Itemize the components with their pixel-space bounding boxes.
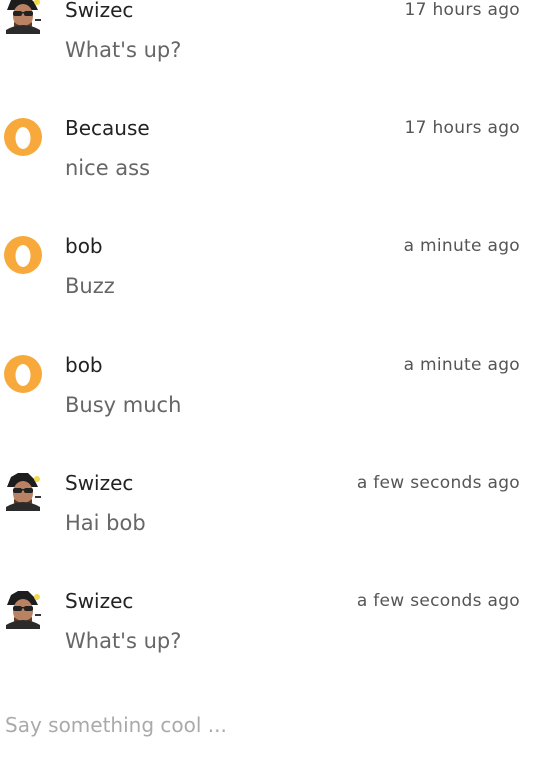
message-text: What's up? [65, 38, 182, 62]
message-username[interactable]: Swizec [65, 471, 133, 495]
message-text: Hai bob [65, 511, 146, 535]
message-composer [0, 700, 537, 755]
message-username[interactable]: bob [65, 234, 103, 258]
message-timestamp: 17 hours ago [404, 118, 520, 138]
message-text: nice ass [65, 156, 151, 180]
message-timestamp: a minute ago [403, 236, 520, 256]
chat-message: bob a minute ago Buzz [0, 234, 537, 316]
message-text: Buzz [65, 274, 115, 298]
message-timestamp: 17 hours ago [404, 0, 520, 20]
chat-message: Swizec a few seconds ago Hai bob [0, 471, 537, 553]
user-avatar[interactable] [4, 591, 42, 629]
message-timestamp: a few seconds ago [356, 591, 520, 611]
egg-avatar[interactable] [4, 355, 42, 393]
user-avatar[interactable] [4, 473, 42, 511]
message-username[interactable]: bob [65, 353, 103, 377]
chat-message: Swizec 17 hours ago What's up? [0, 0, 537, 80]
message-timestamp: a few seconds ago [356, 473, 520, 493]
message-input[interactable] [5, 710, 525, 740]
egg-avatar[interactable] [4, 236, 42, 274]
chat-message: Swizec a few seconds ago What's up? [0, 589, 537, 671]
egg-avatar[interactable] [4, 118, 42, 156]
chat-message: Because 17 hours ago nice ass [0, 116, 537, 198]
message-username[interactable]: Swizec [65, 0, 133, 22]
message-text: What's up? [65, 629, 182, 653]
chat-message: bob a minute ago Busy much [0, 353, 537, 435]
message-text: Busy much [65, 393, 182, 417]
user-avatar[interactable] [4, 0, 42, 34]
message-username[interactable]: Because [65, 116, 150, 140]
chat-window: Swizec 17 hours ago What's up? Because 1… [0, 0, 537, 763]
message-timestamp: a minute ago [403, 355, 520, 375]
message-username[interactable]: Swizec [65, 589, 133, 613]
